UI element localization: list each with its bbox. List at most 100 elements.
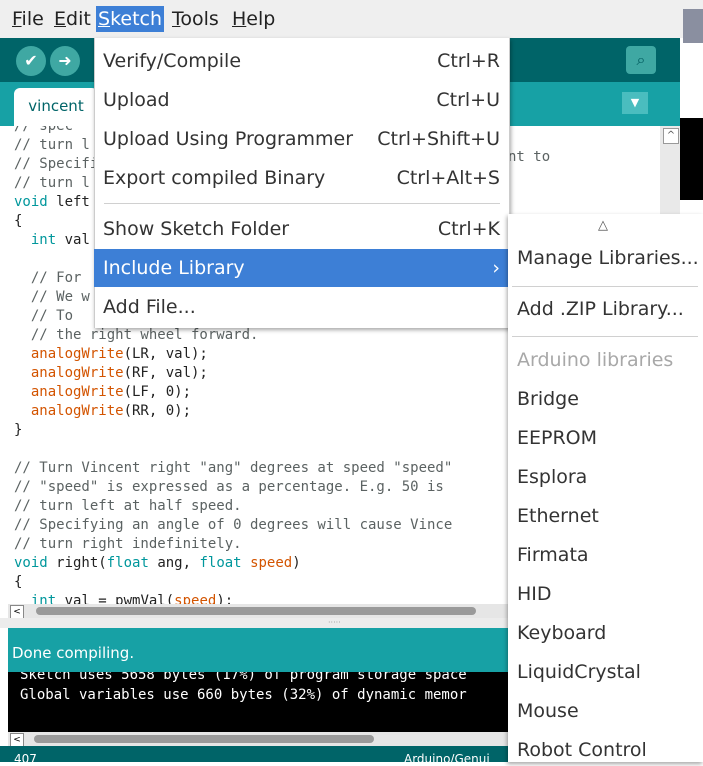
library-item-hid[interactable]: HID [517, 583, 552, 605]
menu-help-mnemonic: H [232, 8, 247, 30]
code-line: // the right wheel forward. [14, 326, 259, 345]
menu-item-upload[interactable]: Upload Ctrl+U [94, 81, 508, 119]
menu-file[interactable]: File [10, 6, 46, 32]
menu-item-verify-compile[interactable]: Verify/Compile Ctrl+R [94, 42, 508, 80]
library-item-liquidcrystal[interactable]: LiquidCrystal [517, 661, 641, 683]
code-token: ) [292, 555, 301, 571]
code-token: // Turn Vincent right "ang" degrees at s… [14, 460, 453, 476]
splitter-grip-icon: ····· [328, 618, 341, 627]
verify-button[interactable]: ✔ [16, 46, 46, 76]
code-token: // To [14, 308, 82, 324]
code-token: void [14, 194, 48, 210]
menu-sketch[interactable]: Sketch [96, 6, 165, 32]
menu-separator [512, 286, 698, 287]
serial-monitor-button[interactable]: ⌕ [626, 46, 656, 74]
menu-item-show-sketch-folder[interactable]: Show Sketch Folder Ctrl+K [94, 210, 508, 248]
library-item-ethernet[interactable]: Ethernet [517, 505, 599, 527]
menu-edit[interactable]: Edit [52, 6, 93, 32]
menu-help-label: elp [246, 8, 276, 30]
library-item-keyboard[interactable]: Keyboard [517, 622, 606, 644]
arrow-right-icon: ➜ [58, 51, 72, 70]
menu-separator [104, 203, 500, 204]
library-item-mouse[interactable]: Mouse [517, 700, 579, 722]
menu-item-add-zip-library[interactable]: Add .ZIP Library... [517, 298, 684, 320]
library-item-esplora[interactable]: Esplora [517, 466, 587, 488]
menu-item-label: Add File... [103, 296, 196, 318]
menu-item-include-library[interactable]: Include Library › [94, 249, 508, 287]
code-token: // spec [14, 126, 74, 134]
library-item-robot-control[interactable]: Robot Control [517, 739, 647, 761]
code-line: // Specifying an angle of 0 degrees will… [14, 516, 452, 535]
menu-item-label: Show Sketch Folder [103, 218, 290, 240]
code-token: val = pwmVal( [56, 593, 175, 604]
menu-item-label: Export compiled Binary [103, 167, 326, 189]
menu-item-add-file[interactable]: Add File... [94, 288, 508, 326]
line-number: 407 [14, 752, 37, 766]
code-line: analogWrite(LR, val); [14, 345, 208, 364]
code-line: // "speed" is expressed as a percentage.… [14, 478, 444, 497]
menu-item-label: Upload Using Programmer [103, 128, 354, 150]
code-token: { [14, 574, 23, 590]
code-token: (LF, 0); [123, 384, 192, 400]
code-token: float [199, 555, 242, 571]
code-line: // Turn Vincent right "ang" degrees at s… [14, 459, 452, 478]
menu-help[interactable]: Help [230, 6, 277, 32]
menu-item-shortcut: Ctrl+K [437, 218, 500, 240]
code-token: // the right wheel forward. [14, 327, 259, 343]
library-item-firmata[interactable]: Firmata [517, 544, 589, 566]
tab-menu-button[interactable]: ▼ [622, 92, 648, 114]
code-token: (LR, val); [123, 346, 208, 362]
code-line: void right(float ang, float speed) [14, 554, 301, 573]
menu-item-manage-libraries[interactable]: Manage Libraries... [517, 247, 699, 269]
code-token: // "speed" is expressed as a percentage.… [14, 479, 444, 495]
menu-item-upload-using-programmer[interactable]: Upload Using Programmer Ctrl+Shift+U [94, 120, 508, 158]
menu-file-mnemonic: F [12, 8, 22, 30]
menu-item-shortcut: Ctrl+U [436, 89, 500, 111]
code-line: // spec [14, 126, 73, 136]
editor-scroll-thumb[interactable] [36, 607, 476, 615]
menu-item-export-compiled-binary[interactable]: Export compiled Binary Ctrl+Alt+S [94, 159, 508, 197]
code-token: analogWrite [30, 384, 124, 400]
menu-item-shortcut: Ctrl+R [437, 50, 500, 72]
code-line: { [14, 573, 22, 592]
menu-item-shortcut: Ctrl+Alt+S [396, 167, 500, 189]
code-token: analogWrite [30, 365, 124, 381]
code-line: analogWrite(LF, 0); [14, 383, 191, 402]
scroll-left-arrow-icon[interactable]: < [10, 605, 24, 619]
code-token: // turn right indefinitely. [14, 536, 242, 552]
background-window [680, 118, 703, 200]
code-token: // For [14, 270, 82, 286]
menu-separator [512, 336, 698, 337]
upload-button[interactable]: ➜ [50, 46, 80, 76]
code-token: // Specifying an angle of 0 degrees will… [14, 517, 453, 533]
console-scroll-thumb[interactable] [34, 735, 374, 743]
code-line: int val = pwmVal(speed); [14, 592, 233, 604]
code-line: // Specifi [14, 155, 98, 174]
menu-edit-label: dit [66, 8, 91, 30]
tab-vincent[interactable]: vincent [14, 88, 98, 126]
code-token: analogWrite [30, 403, 124, 419]
menu-tools[interactable]: Tools [170, 6, 221, 32]
code-token: val [56, 232, 90, 248]
scroll-up-arrow-icon[interactable]: ^ [663, 128, 679, 144]
code-token: // turn left at half speed. [14, 498, 242, 514]
code-token: void [14, 555, 48, 571]
board-info: Arduino/Genui [404, 752, 490, 766]
chevron-down-icon: ▼ [630, 96, 640, 109]
menu-item-label: Verify/Compile [103, 50, 242, 72]
menu-edit-mnemonic: E [54, 8, 67, 30]
console-scroll-left-arrow-icon[interactable]: < [10, 733, 24, 747]
menu-sketch-label: ketch [110, 8, 163, 30]
tab-label: vincent [28, 97, 84, 115]
window-scroll-edge [683, 9, 703, 43]
code-token: } [14, 422, 23, 438]
code-line: void left [14, 193, 90, 212]
library-item-bridge[interactable]: Bridge [517, 388, 579, 410]
scroll-up-triangle-icon[interactable]: △ [598, 218, 608, 233]
library-item-eeprom[interactable]: EEPROM [517, 427, 597, 449]
editor-overflow-text: nt to [508, 149, 551, 165]
